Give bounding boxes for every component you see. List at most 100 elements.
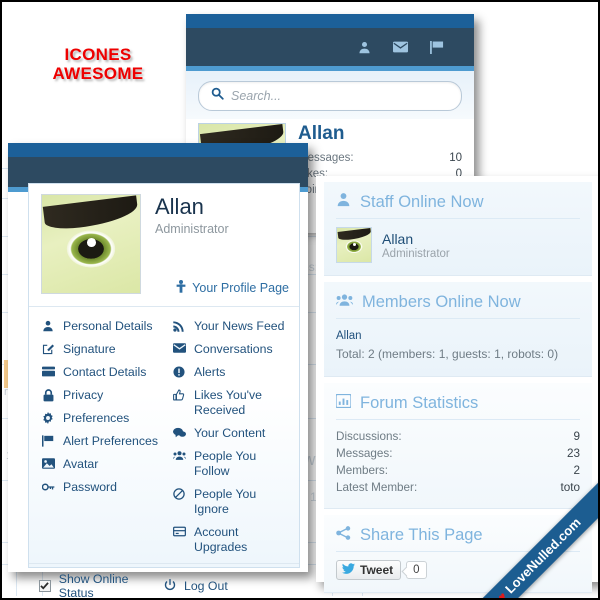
forum-statistics-block: Forum Statistics Discussions: 9 Messages… [324, 383, 592, 509]
search-input[interactable]: Search... [198, 81, 462, 111]
menu-item-your-content[interactable]: Your Content [164, 422, 295, 445]
members-online-title: Members Online Now [362, 293, 521, 311]
users-icon [172, 449, 186, 461]
menu-item-label: People You Ignore [194, 487, 257, 516]
staff-online-header: Staff Online Now [336, 192, 580, 219]
menu-item-avatar[interactable]: Avatar [33, 453, 164, 476]
members-online-total: Total: 2 (members: 1, guests: 1, robots:… [336, 347, 559, 361]
menu-item-label: Avatar [63, 457, 99, 471]
account-menu: Personal Details Signature Contact Detai… [29, 307, 299, 563]
show-online-status-label: Show Online Status [58, 572, 129, 600]
menu-item-label: People You Follow [194, 449, 257, 478]
menu-item-label: Privacy [63, 388, 104, 402]
menu-item-alert-preferences[interactable]: Alert Preferences [33, 430, 164, 453]
menu-item-personal-details[interactable]: Personal Details [33, 315, 164, 338]
gear-icon [41, 411, 55, 424]
checkbox-icon[interactable] [39, 580, 51, 592]
statistics-value: 2 [573, 464, 580, 477]
menu-item-contact-details[interactable]: Contact Details [33, 361, 164, 384]
envelope-icon[interactable] [393, 41, 408, 53]
log-out-label: Log Out [184, 579, 228, 593]
envelope-icon [172, 342, 186, 353]
account-menu-panel: Allan Administrator Your Profile Page Pe… [8, 143, 308, 600]
menu-item-your-news-feed[interactable]: Your News Feed [164, 315, 295, 338]
menu-item-label: Account Upgrades [194, 525, 248, 554]
menu-item-label: Your News Feed [194, 319, 285, 333]
profile-name[interactable]: Allan [155, 194, 287, 220]
profile-role: Administrator [155, 222, 229, 236]
menu-item-label: Personal Details [63, 319, 153, 333]
your-profile-page-link[interactable]: Your Profile Page [176, 280, 289, 296]
mini-stat-row: Messages: 10 [298, 150, 462, 166]
screenshot-stage: rtante mis en co... 1 PM Allan Messages:… [0, 0, 600, 600]
menu-item-account-upgrades[interactable]: Account Upgrades [164, 521, 295, 559]
share-alt-icon [336, 525, 351, 545]
user-icon [41, 319, 55, 332]
menu-item-label: Conversations [194, 342, 273, 356]
tweet-label: Tweet [360, 563, 394, 577]
account-menu-column-left: Personal Details Signature Contact Detai… [33, 315, 164, 559]
statistics-label: Latest Member: [336, 481, 418, 494]
tweet-button[interactable]: Tweet [336, 560, 402, 580]
brand-title: ICONES AWESOME [38, 45, 158, 83]
eye-avatar[interactable] [41, 194, 141, 294]
menu-item-password[interactable]: Password [33, 476, 164, 499]
menu-item-likes-received[interactable]: Likes You've Received [164, 384, 295, 422]
pencil-square-icon [41, 342, 55, 355]
share-title: Share This Page [360, 526, 483, 544]
menu-item-signature[interactable]: Signature [33, 338, 164, 361]
statistics-label: Discussions: [336, 430, 402, 443]
left-bright-bar [8, 143, 308, 157]
menu-item-label: Alert Preferences [63, 434, 159, 448]
account-menu-inner: Allan Administrator Your Profile Page Pe… [28, 183, 300, 600]
statistics-value: 23 [566, 447, 580, 460]
search-area: Search... [186, 71, 474, 119]
menu-item-people-you-follow[interactable]: People You Follow [164, 445, 295, 483]
search-icon [211, 87, 224, 105]
menu-item-conversations[interactable]: Conversations [164, 338, 295, 361]
menu-item-label: Contact Details [63, 365, 147, 379]
menu-item-label: Likes You've Received [194, 388, 262, 417]
members-online-header: Members Online Now [336, 292, 580, 319]
user-icon [336, 192, 351, 212]
mini-profile-name[interactable]: Allan [298, 123, 462, 145]
statistics-value: 9 [573, 430, 580, 443]
key-icon [41, 480, 55, 493]
menu-item-alerts[interactable]: Alerts [164, 361, 295, 384]
thumbs-up-icon [172, 388, 186, 401]
eye-avatar[interactable] [336, 227, 372, 263]
show-online-status-toggle[interactable]: Show Online Status [39, 572, 164, 600]
statistics-value[interactable]: toto [561, 479, 581, 496]
statistics-row: Discussions: 9 [336, 428, 580, 445]
menu-item-label: Alerts [194, 365, 226, 379]
top-nav-bar [186, 28, 474, 66]
search-placeholder: Search... [231, 89, 282, 103]
brand-line-2: AWESOME [52, 64, 144, 83]
member-online-name[interactable]: Allan [336, 327, 580, 345]
menu-item-preferences[interactable]: Preferences [33, 407, 164, 430]
exclamation-circle-icon [172, 365, 186, 378]
user-icon[interactable] [358, 41, 371, 54]
rss-icon [172, 319, 186, 332]
users-icon [336, 292, 353, 312]
account-menu-footer: Show Online Status Log Out [29, 563, 299, 600]
your-profile-page-label: Your Profile Page [192, 281, 289, 295]
profile-header: Allan Administrator Your Profile Page [29, 184, 299, 300]
address-card-icon [41, 365, 55, 377]
chart-bar-icon [335, 393, 352, 413]
brand-line-1: ICONES [64, 45, 132, 64]
menu-item-label: Signature [63, 342, 116, 356]
staff-member-name[interactable]: Allan [382, 231, 450, 248]
tweet-count[interactable]: 0 [406, 561, 427, 579]
menu-item-privacy[interactable]: Privacy [33, 384, 164, 407]
menu-item-people-you-ignore[interactable]: People You Ignore [164, 483, 295, 521]
lock-icon [41, 388, 55, 402]
staff-online-block: Staff Online Now Allan Administrator [324, 182, 592, 276]
twitter-bird-icon [342, 563, 355, 577]
members-online-block: Members Online Now Allan Total: 2 (membe… [324, 282, 592, 377]
staff-online-member[interactable]: Allan Administrator [336, 227, 580, 263]
flag-icon[interactable] [430, 40, 444, 54]
log-out-button[interactable]: Log Out [164, 572, 289, 600]
staff-online-title: Staff Online Now [360, 193, 484, 211]
mini-stat-value: 10 [449, 152, 462, 164]
